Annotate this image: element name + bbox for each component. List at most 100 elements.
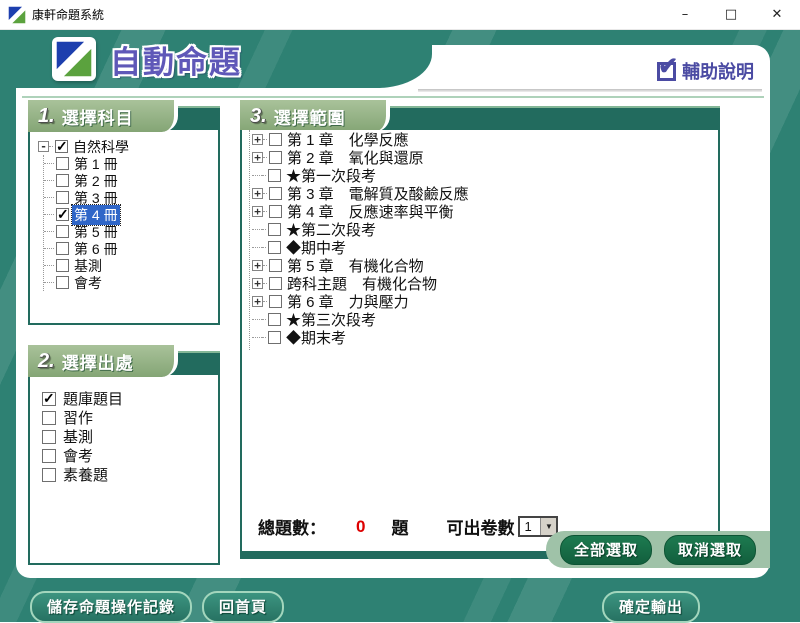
source-option[interactable]: 基測 (40, 427, 212, 446)
expand-icon[interactable]: + (252, 278, 263, 289)
checkbox[interactable] (268, 169, 281, 182)
tree-connector (252, 229, 262, 230)
window-controls: – □ ✕ (662, 0, 800, 30)
save-record-button[interactable]: 儲存命題操作記錄 (30, 591, 192, 623)
tree-connector (263, 157, 267, 158)
range-tree-row[interactable]: ◆期中考 (252, 238, 708, 256)
checkbox[interactable] (268, 331, 281, 344)
checkbox[interactable] (269, 277, 282, 290)
close-icon[interactable]: ✕ (754, 0, 800, 30)
panel2-header: 2. 選擇出處 (28, 345, 220, 375)
checkbox[interactable] (269, 187, 282, 200)
checkbox[interactable] (269, 205, 282, 218)
collapse-icon[interactable]: - (38, 141, 49, 152)
expand-icon[interactable]: + (252, 188, 263, 199)
range-tree-row[interactable]: ★第二次段考 (252, 220, 708, 238)
subject-tree: -自然科學第 1 冊第 2 冊第 3 冊第 4 冊第 5 冊第 6 冊基測會考 (30, 130, 218, 295)
range-tree-row[interactable]: ★第三次段考 (252, 310, 708, 328)
source-option[interactable]: 習作 (40, 408, 212, 427)
panel2-body: 題庫題目習作基測會考素養題 (28, 375, 220, 565)
range-tree-row[interactable]: +第 3 章 電解質及酸鹼反應 (252, 184, 708, 202)
title-bar: 康軒命題系統 – □ ✕ (0, 0, 800, 30)
total-count: 0 (356, 517, 365, 537)
help-link[interactable]: 輔助說明 (657, 58, 754, 84)
checkbox[interactable] (56, 157, 69, 170)
checkbox[interactable] (268, 313, 281, 326)
checkbox[interactable] (56, 208, 69, 221)
source-option[interactable]: 題庫題目 (40, 389, 212, 408)
app-logo-icon (8, 6, 26, 24)
checkbox[interactable] (56, 225, 69, 238)
select-all-button[interactable]: 全部選取 (560, 535, 652, 565)
tree-connector (44, 231, 54, 232)
range-tree-row[interactable]: +第 5 章 有機化合物 (252, 256, 708, 274)
tree-connector (263, 265, 267, 266)
home-button[interactable]: 回首頁 (202, 591, 284, 623)
range-tree-row[interactable]: +第 1 章 化學反應 (252, 130, 708, 148)
deselect-button[interactable]: 取消選取 (664, 535, 756, 565)
papers-label: 可出卷數 (446, 514, 514, 539)
checkbox[interactable] (56, 259, 69, 272)
checkbox[interactable] (42, 449, 56, 463)
tree-row[interactable]: 第 5 冊 (44, 223, 214, 240)
checkbox[interactable] (42, 468, 56, 482)
expand-icon[interactable]: + (252, 206, 263, 217)
help-check-icon (657, 62, 676, 81)
range-tree-row[interactable]: ★第一次段考 (252, 166, 708, 184)
header-logo-box (52, 37, 96, 81)
panel1-title: 選擇科目 (62, 104, 134, 129)
content-card: 輔助說明 1. 選擇科目 -自然科學第 1 冊第 2 冊第 3 冊第 4 冊第 … (16, 45, 770, 578)
header-green-divider (22, 96, 764, 98)
tree-row[interactable]: 會考 (44, 274, 214, 291)
checkbox[interactable] (268, 241, 281, 254)
tree-row[interactable]: 第 6 冊 (44, 240, 214, 257)
tree-row[interactable]: 基測 (44, 257, 214, 274)
range-tree-row[interactable]: ◆期末考 (252, 328, 708, 346)
confirm-output-button[interactable]: 確定輸出 (602, 591, 700, 623)
checkbox[interactable] (269, 133, 282, 146)
tree-connector (262, 337, 266, 338)
expand-icon[interactable]: + (252, 152, 263, 163)
minimize-icon[interactable]: – (662, 0, 708, 30)
tree-row[interactable]: 第 1 冊 (44, 155, 214, 172)
checkbox[interactable] (269, 295, 282, 308)
checkbox[interactable] (42, 411, 56, 425)
source-option[interactable]: 素養題 (40, 465, 212, 484)
panel2-header-tab: 2. 選擇出處 (28, 345, 178, 377)
panel-select-range: 3. 選擇範圍 +第 1 章 化學反應+第 2 章 氧化與還原★第一次段考+第 … (240, 100, 720, 559)
checkbox[interactable] (42, 392, 56, 406)
tree-connector (262, 247, 266, 248)
expand-icon[interactable]: + (252, 260, 263, 271)
tree-row[interactable]: 第 4 冊 (44, 206, 214, 223)
checkbox[interactable] (55, 140, 68, 153)
panel3-body: +第 1 章 化學反應+第 2 章 氧化與還原★第一次段考+第 3 章 電解質及… (240, 130, 720, 559)
checkbox[interactable] (268, 223, 281, 236)
tree-connector (44, 248, 54, 249)
range-tree-row[interactable]: +跨科主題 有機化合物 (252, 274, 708, 292)
checkbox[interactable] (56, 276, 69, 289)
tree-row[interactable]: 第 3 冊 (44, 189, 214, 206)
expand-icon[interactable]: + (252, 296, 263, 307)
tree-row-root[interactable]: -自然科學 (38, 138, 214, 155)
panel-select-source: 2. 選擇出處 題庫題目習作基測會考素養題 (28, 345, 220, 565)
checkbox[interactable] (269, 151, 282, 164)
tree-connector (44, 163, 54, 164)
range-tree-row[interactable]: +第 4 章 反應速率與平衡 (252, 202, 708, 220)
tree-connector (262, 319, 266, 320)
tree-connector (44, 214, 54, 215)
checkbox[interactable] (56, 174, 69, 187)
checkbox[interactable] (56, 242, 69, 255)
range-tree-row[interactable]: +第 6 章 力與壓力 (252, 292, 708, 310)
checkbox[interactable] (269, 259, 282, 272)
range-tree-row[interactable]: +第 2 章 氧化與還原 (252, 148, 708, 166)
tree-connector (44, 180, 54, 181)
panel1-number: 1. (38, 105, 55, 128)
total-label: 總題數： (258, 514, 326, 539)
maximize-icon[interactable]: □ (708, 0, 754, 30)
expand-icon[interactable]: + (252, 134, 263, 145)
tree-item-label: 會考 (72, 273, 104, 293)
tree-row[interactable]: 第 2 冊 (44, 172, 214, 189)
source-option[interactable]: 會考 (40, 446, 212, 465)
checkbox[interactable] (42, 430, 56, 444)
checkbox[interactable] (56, 191, 69, 204)
